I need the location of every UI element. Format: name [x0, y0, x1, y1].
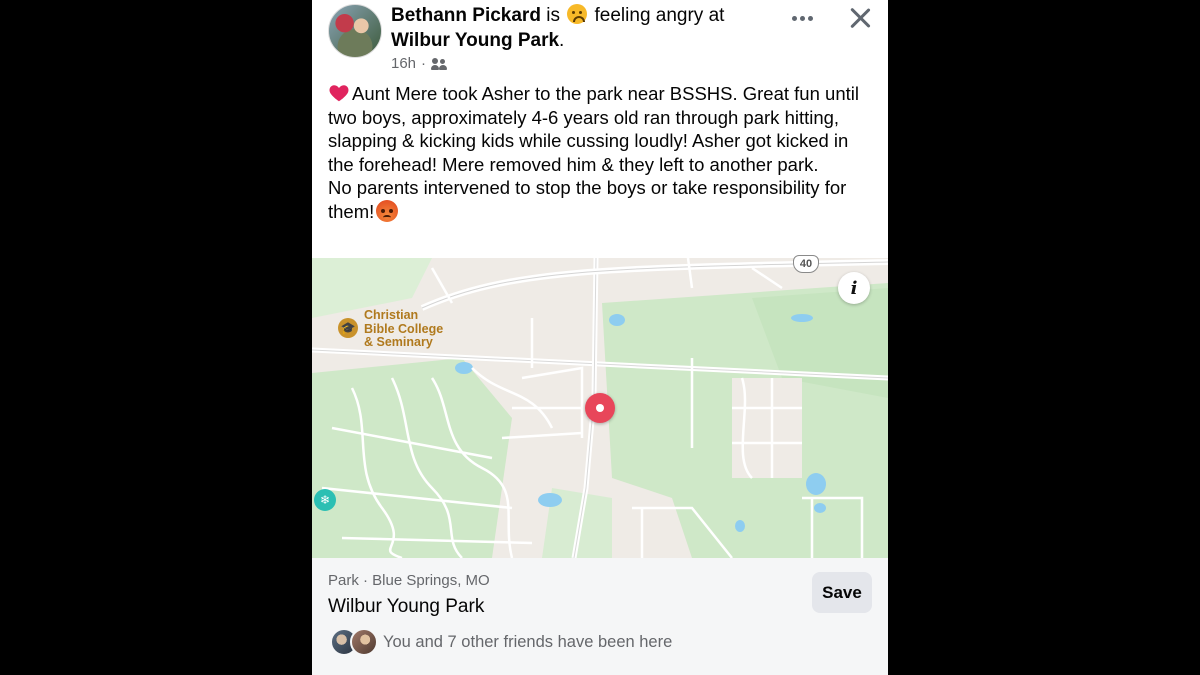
friend-avatar [350, 628, 378, 656]
header-location-line: Wilbur Young Park. [391, 30, 564, 52]
post-paragraph-1: Aunt Mere took Asher to the park near BS… [328, 82, 878, 176]
meta-separator: · [421, 55, 427, 72]
friends-audience-icon[interactable] [431, 57, 448, 70]
school-icon[interactable]: 🎓 [338, 318, 358, 338]
post-paragraph-1-text: Aunt Mere took Asher to the park near BS… [328, 83, 859, 175]
post-paragraph-2-text: No parents intervened to stop the boys o… [328, 177, 847, 222]
post-card: Bethann Pickard is feeling angry at Wilb… [312, 0, 888, 675]
header-is: is [546, 5, 560, 26]
location-pin-icon[interactable] [585, 393, 615, 423]
friends-visited-row[interactable]: You and 7 other friends have been here [330, 628, 672, 656]
location-link[interactable]: Wilbur Young Park [391, 30, 559, 51]
more-options-button[interactable] [790, 8, 814, 28]
highway-shield: 40 [793, 255, 819, 273]
location-suffix: . [559, 30, 565, 51]
post-time[interactable]: 16h [391, 55, 416, 72]
author-name[interactable]: Bethann Pickard [391, 5, 541, 26]
poi-label[interactable]: Christian Bible College & Seminary [364, 308, 444, 350]
poi-line-1: Christian [364, 308, 419, 322]
author-avatar[interactable] [328, 4, 382, 58]
poi-line-3: & Seminary [364, 335, 433, 349]
poi-line-2: Bible College [364, 321, 444, 336]
map-info-button[interactable]: i [838, 272, 870, 304]
place-details[interactable]: Park · Blue Springs, MO Wilbur Young Par… [312, 558, 888, 675]
save-button[interactable]: Save [812, 572, 872, 613]
place-category: Park · Blue Springs, MO [328, 572, 490, 589]
feeling-text: feeling angry at [594, 5, 725, 26]
place-name[interactable]: Wilbur Young Park [328, 596, 484, 618]
red-heart-icon [329, 85, 349, 102]
close-icon[interactable] [847, 5, 873, 31]
post-body: Aunt Mere took Asher to the park near BS… [328, 82, 878, 224]
friends-visited-text: You and 7 other friends have been here [383, 632, 673, 651]
angry-feeling-icon [567, 4, 588, 24]
angry-face-icon [376, 199, 399, 222]
post-header: Bethann Pickard is feeling angry at [391, 4, 724, 27]
post-paragraph-2: No parents intervened to stop the boys o… [328, 176, 878, 223]
park-icon[interactable]: ❄ [314, 489, 336, 511]
post-meta: 16h · [391, 55, 448, 72]
